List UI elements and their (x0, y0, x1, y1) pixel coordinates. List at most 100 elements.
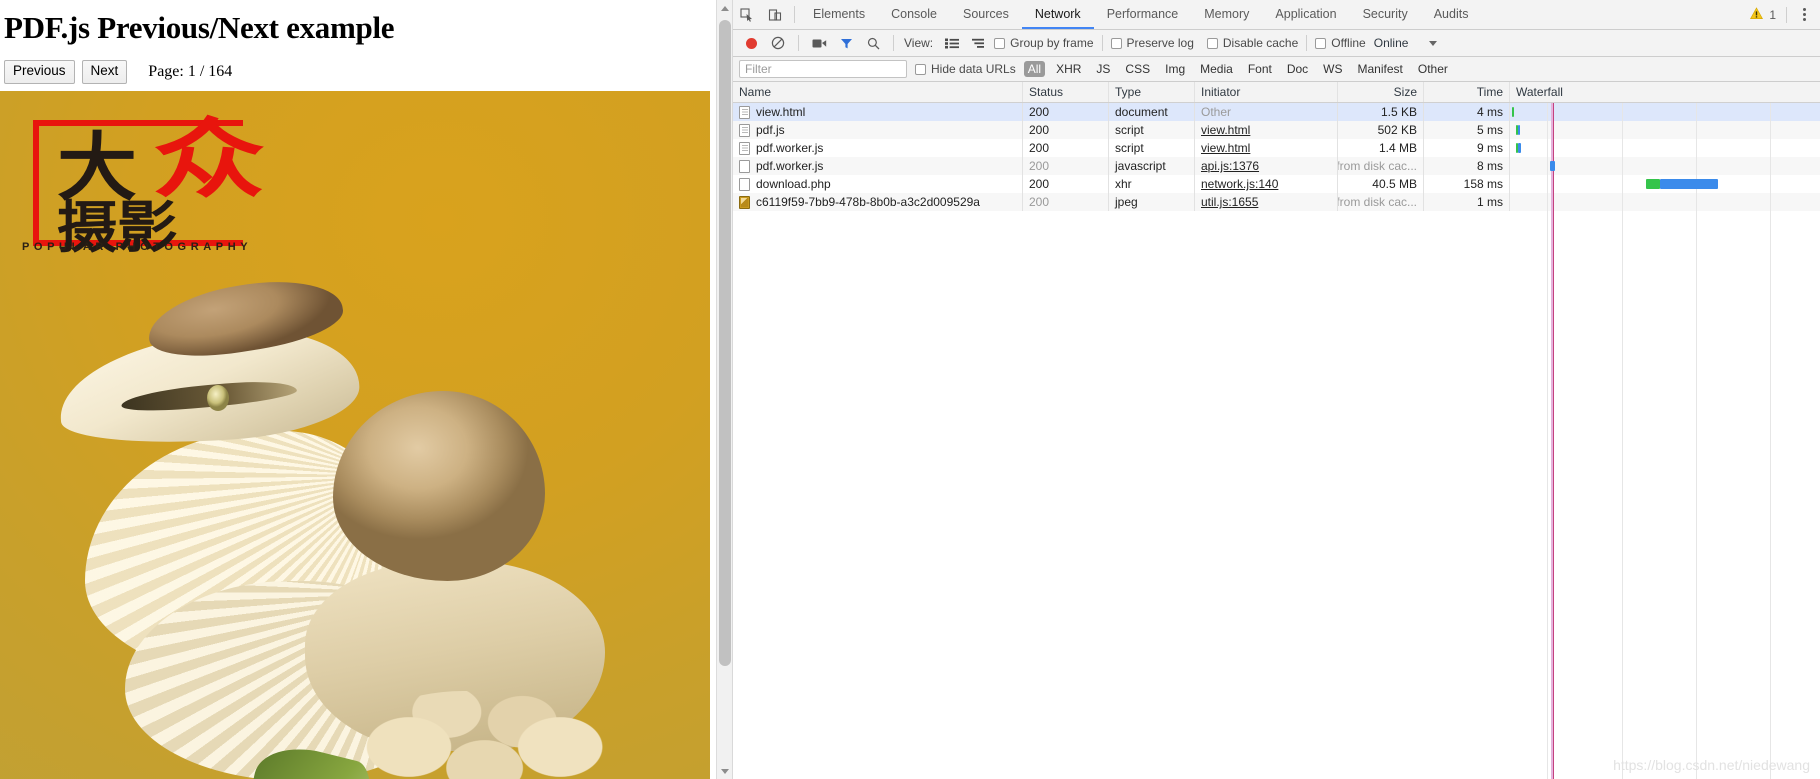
table-row[interactable]: pdf.worker.js 200 javascript api.js:1376 (fr… (733, 157, 1820, 175)
next-page-button[interactable]: Next (81, 59, 128, 84)
type-filter-css[interactable]: CSS (1121, 61, 1154, 77)
column-header-initiator[interactable]: Initiator (1195, 82, 1338, 102)
offline-checkbox[interactable]: Offline (1315, 36, 1366, 50)
table-row[interactable]: pdf.worker.js 200 script view.html 1.4 MB 9 m… (733, 139, 1820, 157)
masthead-char-zhong: 众 (153, 110, 265, 210)
offline-label: Offline (1331, 36, 1366, 50)
checkbox-box (1206, 37, 1218, 49)
request-size: 502 KB (1377, 123, 1417, 137)
screen-root: PDF.js Previous/Next example Previous Ne… (0, 0, 1820, 779)
document-file-icon (739, 105, 750, 119)
column-header-type[interactable]: Type (1109, 82, 1195, 102)
column-header-name[interactable]: Name (733, 82, 1023, 102)
tab-audits[interactable]: Audits (1421, 0, 1482, 29)
request-status: 200 (1029, 141, 1050, 155)
type-filter-img[interactable]: Img (1161, 61, 1189, 77)
table-row[interactable]: download.php 200 xhr network.js:140 40.5 MB 1… (733, 175, 1820, 193)
type-filter-all[interactable]: All (1023, 61, 1046, 77)
column-header-time[interactable]: Time (1424, 82, 1510, 102)
request-time: 5 ms (1476, 123, 1503, 137)
tab-sources[interactable]: Sources (950, 0, 1022, 29)
type-filter-ws[interactable]: WS (1319, 61, 1346, 77)
request-type: xhr (1115, 177, 1132, 191)
devtools-tab-list: Elements Console Sources Network Performance… (800, 0, 1481, 29)
request-name: view.html (756, 105, 806, 119)
request-initiator[interactable]: api.js:1376 (1201, 159, 1259, 173)
document-file-icon (739, 141, 750, 155)
tab-console[interactable]: Console (878, 0, 950, 29)
tab-memory[interactable]: Memory (1191, 0, 1262, 29)
tab-performance[interactable]: Performance (1094, 0, 1192, 29)
toolbar-divider (798, 35, 799, 51)
filter-input[interactable] (739, 60, 907, 78)
request-name: c6119f59-7bb9-478b-8b0b-a3c2d009529a (756, 195, 980, 209)
request-name: pdf.js (756, 123, 785, 137)
pdf-vertical-scrollbar[interactable] (716, 0, 732, 779)
type-filter-media[interactable]: Media (1196, 61, 1237, 77)
mushroom-photo (55, 270, 655, 779)
toggle-device-toolbar-icon[interactable] (761, 0, 789, 29)
throttling-select[interactable]: Online (1374, 36, 1409, 50)
request-status: 200 (1029, 177, 1050, 191)
list-view-icon[interactable] (940, 32, 964, 54)
type-filter-font[interactable]: Font (1244, 61, 1276, 77)
table-row[interactable]: view.html 200 document Other 1.5 KB 4 ms (733, 103, 1820, 121)
request-size: 1.5 KB (1380, 105, 1417, 119)
column-header-waterfall[interactable]: Waterfall (1510, 82, 1820, 102)
preserve-log-checkbox[interactable]: Preserve log (1110, 36, 1194, 50)
request-initiator[interactable]: util.js:1655 (1201, 195, 1258, 209)
tab-application[interactable]: Application (1262, 0, 1349, 29)
column-header-size[interactable]: Size (1338, 82, 1424, 102)
previous-page-button[interactable]: Previous (4, 59, 75, 84)
filter-icon[interactable] (834, 32, 858, 54)
request-initiator[interactable]: network.js:140 (1201, 177, 1278, 191)
checkbox-box (1110, 37, 1122, 49)
scroll-down-arrow-icon[interactable] (717, 763, 732, 779)
scrollbar-thumb[interactable] (719, 20, 731, 666)
document-file-icon (739, 123, 750, 137)
tab-elements[interactable]: Elements (800, 0, 878, 29)
group-by-frame-checkbox[interactable]: Group by frame (994, 36, 1094, 50)
table-body[interactable]: view.html 200 document Other 1.5 KB 4 ms pdf.j… (733, 103, 1820, 779)
request-initiator[interactable]: view.html (1201, 123, 1250, 137)
request-size: (from disk cac... (1338, 195, 1417, 209)
column-header-status[interactable]: Status (1023, 82, 1109, 102)
magazine-masthead: 大 众 摄 影 (33, 110, 280, 257)
chevron-down-icon[interactable] (1429, 40, 1438, 46)
search-icon[interactable] (861, 32, 885, 54)
view-label: View: (904, 36, 934, 50)
record-button[interactable] (739, 32, 763, 54)
type-filter-js[interactable]: JS (1092, 61, 1114, 77)
devtools-tabbar: Elements Console Sources Network Performance… (733, 0, 1820, 30)
preserve-log-label: Preserve log (1126, 36, 1194, 50)
type-filter-other[interactable]: Other (1414, 61, 1452, 77)
waterfall-view-icon[interactable] (967, 32, 991, 54)
table-row[interactable]: c6119f59-7bb9-478b-8b0b-a3c2d009529a 200 j… (733, 193, 1820, 211)
request-waterfall-cell (1510, 103, 1820, 121)
request-type: javascript (1115, 159, 1166, 173)
type-filter-xhr[interactable]: XHR (1052, 61, 1085, 77)
capture-screenshots-icon[interactable] (807, 32, 831, 54)
pdf-canvas-container: 大 众 摄 影 POPULAR PHOTOGRAPHY (0, 91, 732, 779)
clear-icon[interactable] (766, 32, 790, 54)
request-status: 200 (1029, 123, 1050, 137)
request-initiator[interactable]: view.html (1201, 141, 1250, 155)
scroll-up-arrow-icon[interactable] (717, 0, 732, 16)
photo-shape-cap-right (333, 391, 545, 581)
request-type: script (1115, 123, 1144, 137)
tab-network[interactable]: Network (1021, 0, 1094, 29)
tab-security[interactable]: Security (1350, 0, 1421, 29)
photo-shape-cluster (355, 691, 625, 779)
hide-data-urls-checkbox[interactable]: Hide data URLs (915, 62, 1016, 76)
more-options-icon[interactable] (1797, 8, 1812, 21)
warning-icon[interactable] (1750, 6, 1764, 23)
disable-cache-checkbox[interactable]: Disable cache (1206, 36, 1298, 50)
request-time: 1 ms (1476, 195, 1503, 209)
request-time: 4 ms (1476, 105, 1503, 119)
type-filter-manifest[interactable]: Manifest (1354, 61, 1407, 77)
inspect-element-icon[interactable] (733, 0, 761, 29)
request-size: (from disk cac... (1338, 159, 1417, 173)
pdf-page-canvas: 大 众 摄 影 POPULAR PHOTOGRAPHY (0, 91, 710, 779)
type-filter-doc[interactable]: Doc (1283, 61, 1312, 77)
table-row[interactable]: pdf.js 200 script view.html 502 KB 5 ms (733, 121, 1820, 139)
